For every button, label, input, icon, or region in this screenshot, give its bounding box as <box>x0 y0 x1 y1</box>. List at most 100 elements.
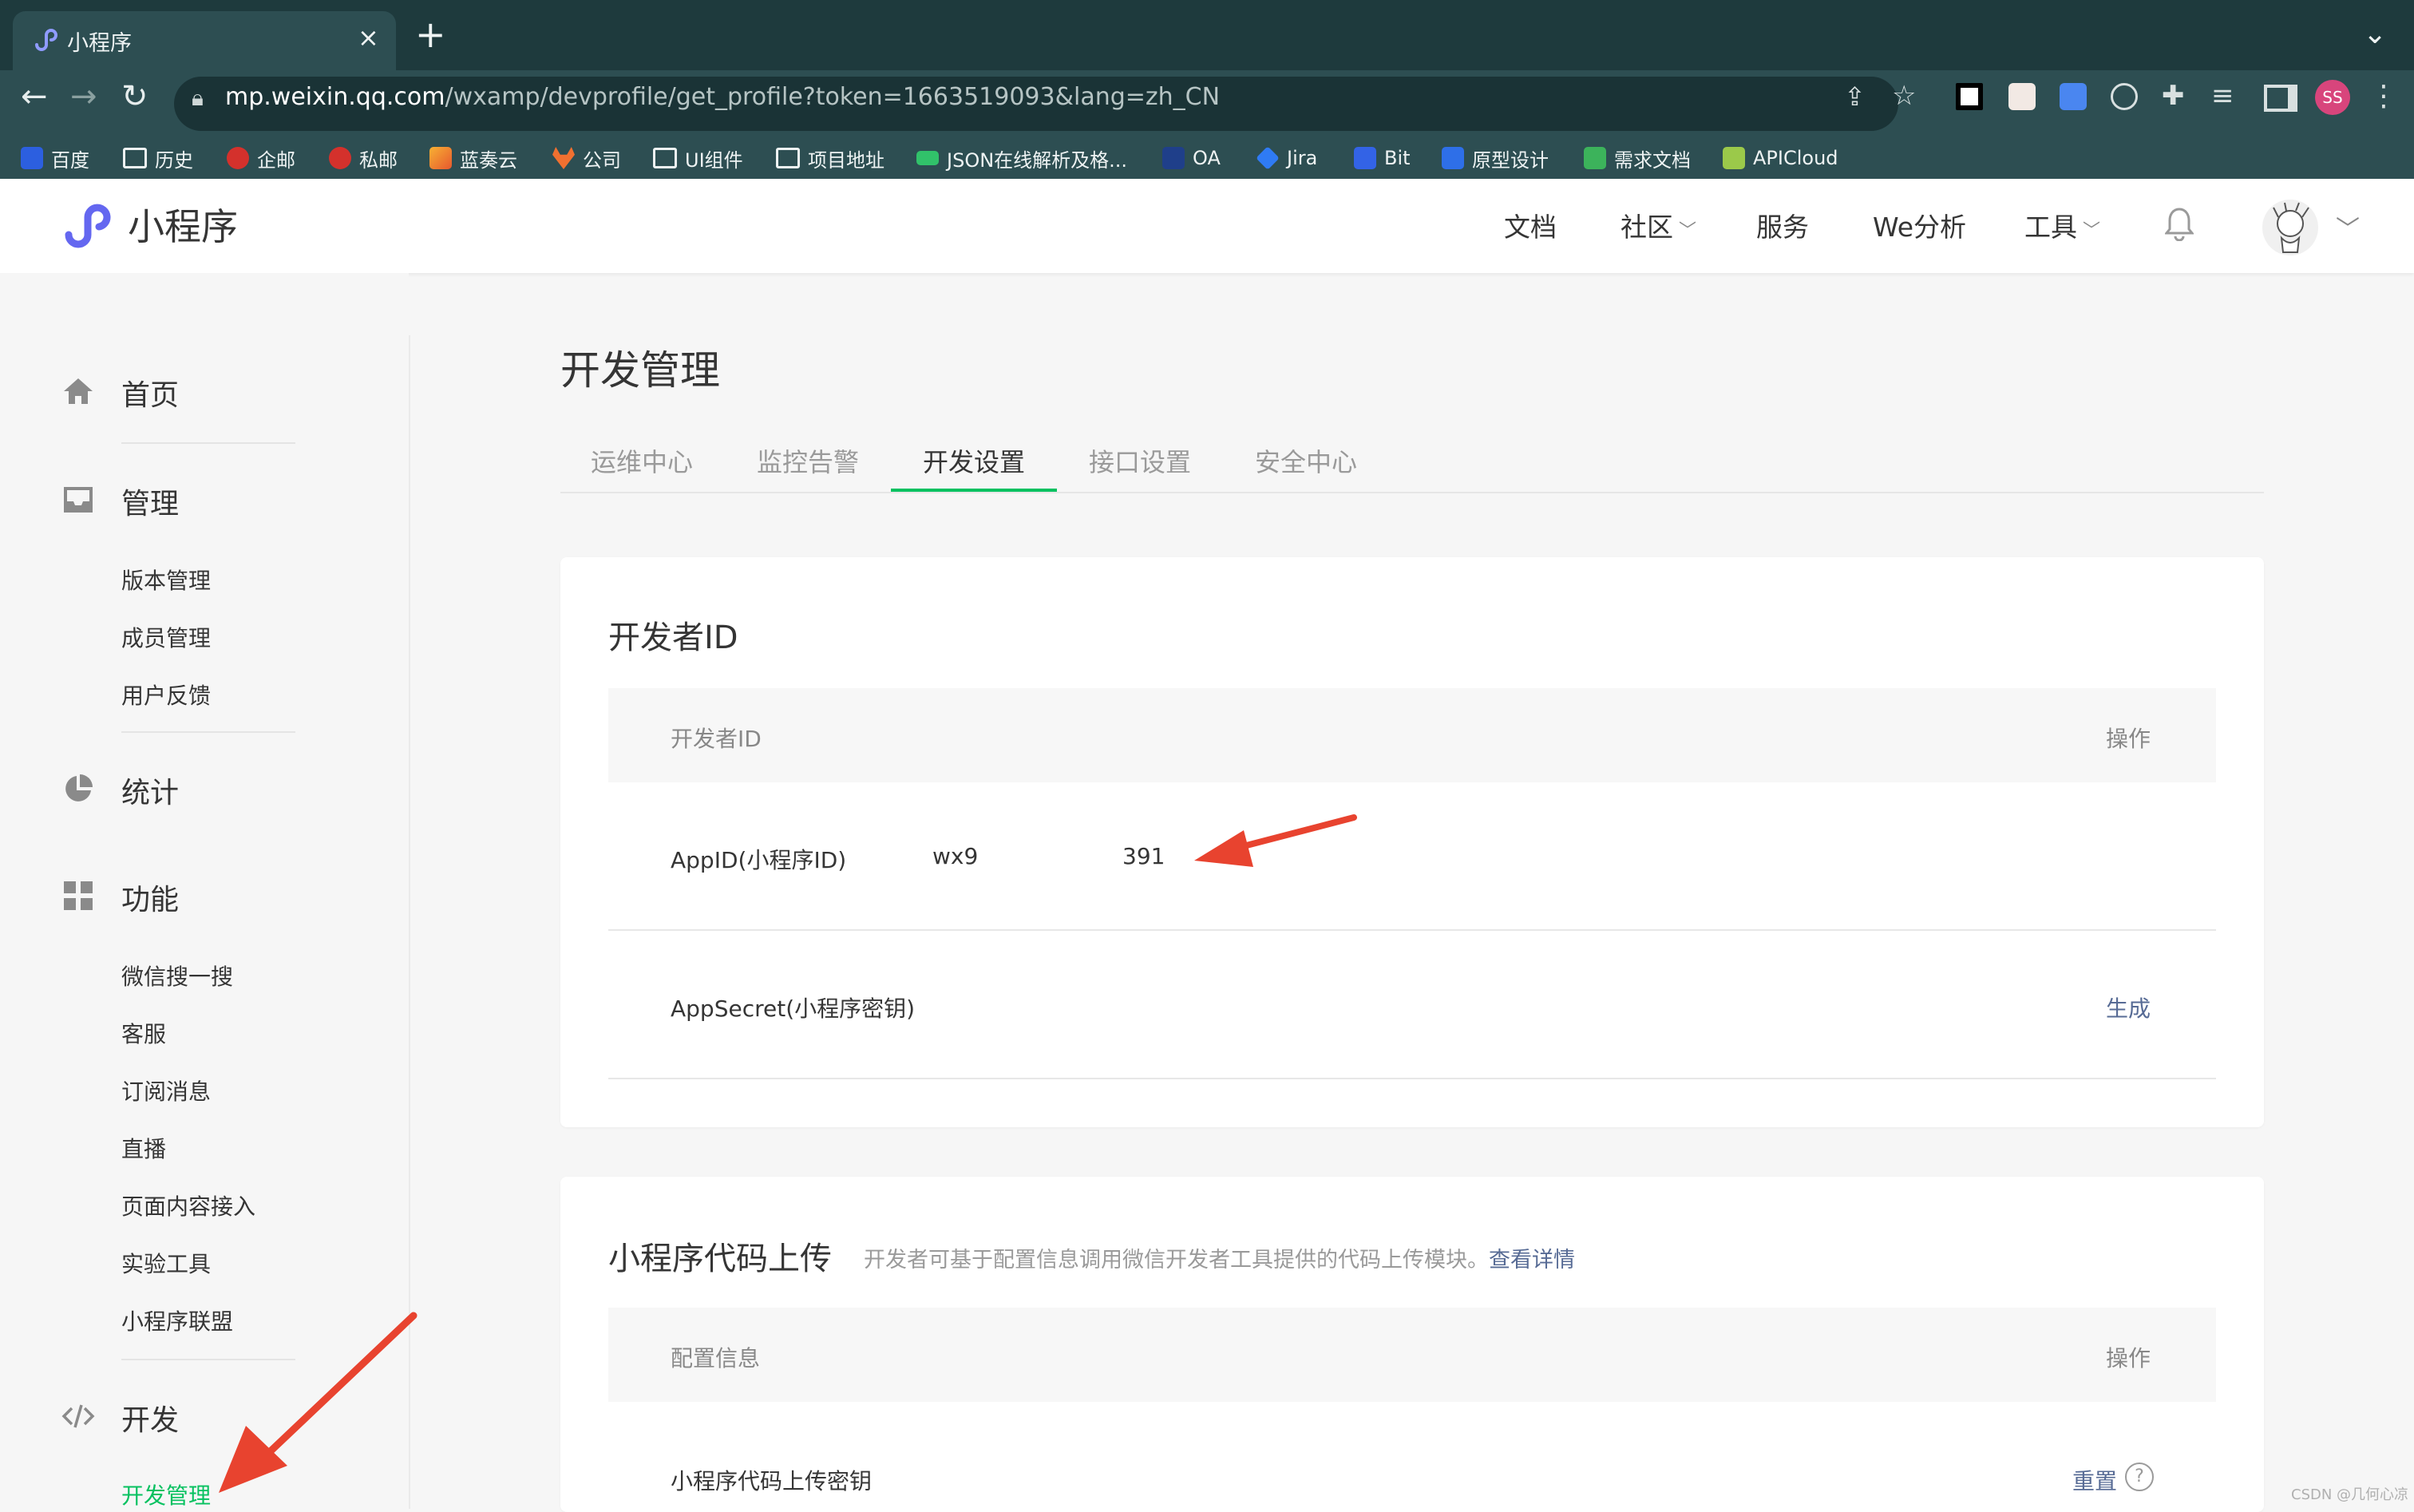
chevron-down-icon: ﹀ <box>1673 221 1696 241</box>
active-tab-indicator <box>891 489 1057 492</box>
user-menu-chevron-icon[interactable]: ﹀ <box>2336 209 2360 244</box>
netease-mail-icon <box>227 147 249 169</box>
sidebar-item-lab-tools[interactable]: 实验工具 <box>121 1247 211 1279</box>
folder-icon <box>776 148 800 168</box>
bit-icon <box>1354 147 1376 169</box>
sidebar-separator <box>121 731 295 733</box>
nav-community[interactable]: 社区 ﹀ <box>1621 206 1696 244</box>
folder-icon <box>123 148 147 168</box>
view-details-link[interactable]: 查看详情 <box>1489 1248 1575 1273</box>
page-title: 开发管理 <box>560 347 720 394</box>
tab-ops-center[interactable]: 运维中心 <box>591 442 693 479</box>
bookmark-prototype[interactable]: 原型设计 <box>1442 141 1549 176</box>
side-panel-icon[interactable] <box>2264 85 2297 112</box>
sidebar-item-wechat-search[interactable]: 微信搜一搜 <box>121 960 233 992</box>
tab-security-center[interactable]: 安全中心 <box>1255 442 1357 479</box>
browser-tab[interactable]: 小程序 × <box>13 11 396 70</box>
nav-services[interactable]: 服务 <box>1756 206 1809 244</box>
extension-photo-icon[interactable] <box>2008 83 2036 110</box>
dev-id-table-header <box>608 688 2216 782</box>
bookmark-enterprise-mail[interactable]: 企邮 <box>227 141 295 176</box>
folder-icon <box>653 148 677 168</box>
profile-avatar[interactable]: SS <box>2315 80 2350 115</box>
sidebar-item-dev-manage[interactable]: 开发管理 <box>121 1478 211 1510</box>
new-tab-icon[interactable]: + <box>415 16 446 53</box>
lanzou-cloud-icon <box>429 147 452 169</box>
bookmark-company[interactable]: 公司 <box>552 141 621 176</box>
sidebar-item-page-content[interactable]: 页面内容接入 <box>121 1189 255 1221</box>
sidebar-item-customer-service[interactable]: 客服 <box>121 1017 166 1049</box>
reading-list-icon[interactable]: ≡ <box>2211 80 2234 112</box>
bookmark-oa[interactable]: OA <box>1162 141 1221 176</box>
bookmark-ui-components[interactable]: UI组件 <box>653 141 743 176</box>
forward-arrow-icon[interactable]: → <box>70 78 97 115</box>
netease-mail-icon <box>329 147 351 169</box>
col-operation: 操作 <box>2106 726 2151 752</box>
nav-docs[interactable]: 文档 <box>1504 206 1557 244</box>
tab-search-chevron-icon[interactable]: ⌄ <box>2363 18 2387 50</box>
tab-api-settings[interactable]: 接口设置 <box>1089 442 1191 479</box>
back-arrow-icon[interactable]: ← <box>21 78 48 115</box>
watermark: CSDN @几何心凉 <box>2291 1486 2409 1503</box>
miniprogram-logo-icon[interactable] <box>62 201 115 249</box>
bookmark-bit[interactable]: Bit <box>1354 141 1411 176</box>
appsecret-label: AppSecret(小程序密钥) <box>671 995 916 1022</box>
pie-chart-icon <box>65 774 93 802</box>
reset-key-link[interactable]: 重置 <box>2072 1464 2117 1496</box>
lock-icon[interactable]: 🔒︎ <box>192 85 204 112</box>
code-icon <box>61 1404 95 1428</box>
baidu-paw-icon <box>21 147 43 169</box>
url-text[interactable]: mp.weixin.qq.com/wxamp/devprofile/get_pr… <box>225 83 1220 111</box>
generate-secret-link[interactable]: 生成 <box>2106 992 2151 1023</box>
tab-dev-settings[interactable]: 开发设置 <box>923 442 1025 479</box>
bookmark-lanzou[interactable]: 蓝奏云 <box>429 141 517 176</box>
appid-value-start: wx9 <box>932 843 979 869</box>
grid-icon <box>64 881 93 910</box>
logo-text[interactable]: 小程序 <box>128 198 238 251</box>
oa-icon <box>1162 147 1185 169</box>
bookmark-project-urls[interactable]: 项目地址 <box>776 141 884 176</box>
bookmark-baidu[interactable]: 百度 <box>21 141 89 176</box>
reload-icon[interactable]: ↻ <box>121 78 148 115</box>
prototype-icon <box>1442 147 1464 169</box>
sidebar-item-features[interactable]: 功能 <box>121 877 179 918</box>
sidebar-item-subscribe-msg[interactable]: 订阅消息 <box>121 1075 211 1106</box>
chevron-down-icon: ﹀ <box>2077 221 2100 241</box>
bookmark-requirements[interactable]: 需求文档 <box>1584 141 1691 176</box>
sidebar-item-manage[interactable]: 管理 <box>121 481 179 522</box>
bookmark-star-icon[interactable]: ☆ <box>1892 80 1916 112</box>
share-icon[interactable]: ⇪ <box>1844 81 1866 112</box>
extension-square-icon[interactable] <box>1956 83 1983 110</box>
sidebar-item-stats[interactable]: 统计 <box>121 770 179 811</box>
bookmark-history[interactable]: 历史 <box>123 141 193 176</box>
row-divider <box>608 1078 2216 1079</box>
nav-we-analysis[interactable]: We分析 <box>1873 206 1966 244</box>
tabs-underline <box>560 492 2264 493</box>
upload-table-header <box>608 1308 2216 1402</box>
bookmark-json-parser[interactable]: JSON在线解析及格... <box>916 141 1127 176</box>
browser-menu-icon[interactable]: ⋮ <box>2369 80 2398 113</box>
jira-icon <box>1256 146 1280 170</box>
sidebar-item-member-manage[interactable]: 成员管理 <box>121 621 211 653</box>
google-translate-icon[interactable] <box>2060 83 2087 110</box>
tab-close-icon[interactable]: × <box>358 22 379 53</box>
user-avatar[interactable] <box>2262 200 2318 255</box>
extension-cloud-icon[interactable] <box>2111 83 2138 110</box>
bookmark-jira[interactable]: Jira <box>1256 141 1317 176</box>
bookmark-apicloud[interactable]: APICloud <box>1723 141 1838 176</box>
nav-tools[interactable]: 工具 ﹀ <box>2024 206 2100 244</box>
tab-monitor-alert[interactable]: 监控告警 <box>757 442 859 479</box>
sidebar-item-dev[interactable]: 开发 <box>121 1397 179 1439</box>
help-icon[interactable]: ? <box>2125 1463 2154 1491</box>
appid-value-end: 391 <box>1122 843 1165 869</box>
bookmark-private-mail[interactable]: 私邮 <box>329 141 398 176</box>
bell-icon[interactable] <box>2165 206 2194 241</box>
extensions-puzzle-icon[interactable]: ✚ <box>2162 80 2185 112</box>
sidebar-item-version-manage[interactable]: 版本管理 <box>121 564 211 596</box>
appid-label: AppID(小程序ID) <box>671 847 847 873</box>
home-icon <box>64 378 93 404</box>
sidebar-item-home[interactable]: 首页 <box>121 372 179 414</box>
sidebar-item-live[interactable]: 直播 <box>121 1132 166 1164</box>
sidebar-item-user-feedback[interactable]: 用户反馈 <box>121 679 211 710</box>
row-divider <box>608 929 2216 931</box>
